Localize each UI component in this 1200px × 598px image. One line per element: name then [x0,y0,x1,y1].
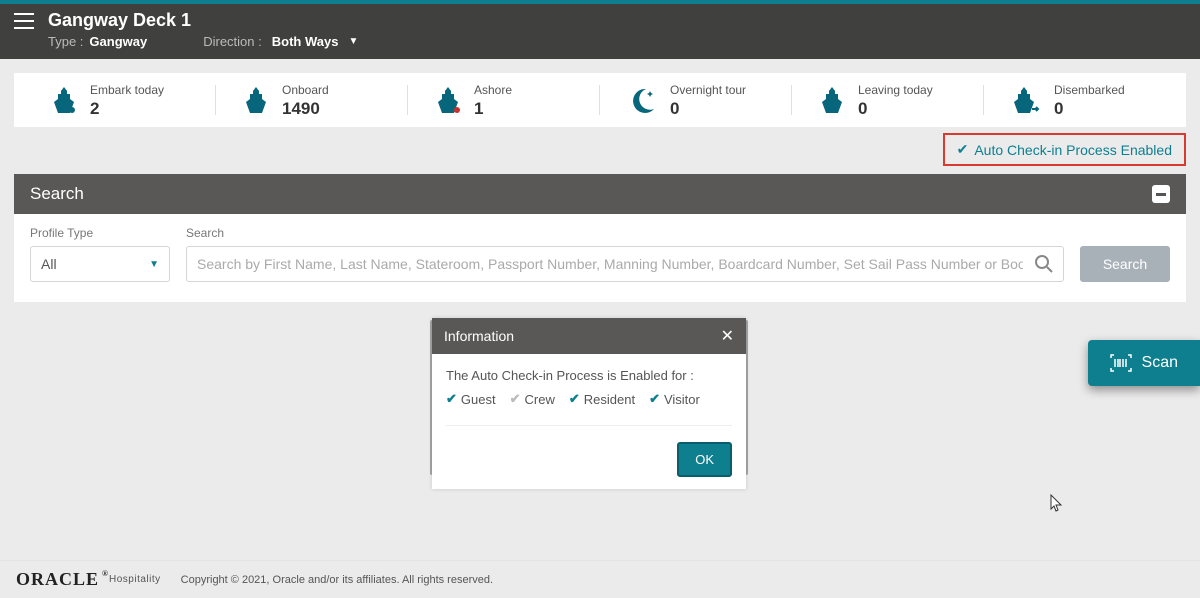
collapse-button[interactable] [1152,185,1170,203]
stat-label: Overnight tour [670,83,746,97]
ship-icon [244,87,268,115]
page-header: Gangway Deck 1 Type : Gangway Direction … [0,4,1200,59]
auto-checkin-label: Auto Check-in Process Enabled [974,142,1172,158]
type-label: Type : [48,34,83,49]
stat-onboard: Onboard 1490 [216,79,408,121]
search-panel-body: Profile Type All ▼ Search . Search [14,214,1186,302]
modal-options: ✔ Guest ✔ Crew ✔ Resident ✔ Visitor [446,391,732,407]
profile-type-value: All [41,256,57,272]
stat-leaving: Leaving today 0 [792,79,984,121]
stat-overnight: Overnight tour 0 [600,79,792,121]
information-modal: Information ✕ The Auto Check-in Process … [432,318,746,489]
oracle-logo: ORACLE [16,569,99,590]
stat-value: 2 [90,99,164,119]
menu-icon[interactable] [0,13,48,29]
search-panel-title: Search [30,184,84,204]
modal-footer: OK [432,434,746,489]
copyright-text: Copyright © 2021, Oracle and/or its affi… [181,574,493,586]
ship-icon [820,87,844,115]
modal-body: The Auto Check-in Process is Enabled for… [432,354,746,434]
stat-ashore: Ashore 1 [408,79,600,121]
stat-label: Onboard [282,83,329,97]
stat-value: 0 [1054,99,1125,119]
stat-disembarked: Disembarked 0 [984,79,1176,121]
check-icon: ✔ [649,391,660,407]
opt-label: Visitor [664,392,700,407]
chevron-down-icon: ▼ [149,259,159,270]
check-icon: ✔ [446,391,457,407]
stat-value: 1490 [282,99,329,119]
ship-icon [436,87,460,115]
barcode-icon [1110,354,1132,372]
opt-label: Crew [525,392,555,407]
stat-label: Embark today [90,83,164,97]
profile-type-label: Profile Type [30,226,170,240]
search-icon[interactable] [1034,254,1054,274]
stat-value: 0 [858,99,933,119]
stats-bar: Embark today 2 Onboard 1490 Ashore 1 Overni… [14,73,1186,127]
chevron-down-icon[interactable]: ▼ [348,36,358,47]
ship-icon [52,87,76,115]
direction-label: Direction : [203,34,262,49]
stat-label: Leaving today [858,83,933,97]
check-icon: ✔ [569,391,580,407]
modal-message: The Auto Check-in Process is Enabled for… [446,368,732,383]
scan-label: Scan [1142,354,1178,372]
opt-label: Resident [584,392,635,407]
search-button[interactable]: Search [1080,246,1170,282]
modal-title: Information [444,328,514,344]
auto-checkin-banner[interactable]: ✔ Auto Check-in Process Enabled [943,133,1186,166]
direction-value[interactable]: Both Ways [272,34,339,49]
auto-checkin-banner-row: ✔ Auto Check-in Process Enabled [14,133,1186,166]
profile-type-select[interactable]: All ▼ [30,246,170,282]
search-input[interactable] [186,246,1064,282]
stat-label: Ashore [474,83,512,97]
search-panel-header: Search [14,174,1186,214]
ok-button[interactable]: OK [677,442,732,477]
check-icon: ✔ [957,141,969,158]
search-panel: Search Profile Type All ▼ Search . Sear [14,174,1186,302]
opt-label: Guest [461,392,496,407]
moon-icon [628,87,656,115]
ship-arrow-icon [1012,87,1040,115]
minus-icon [1156,193,1166,196]
stat-value: 1 [474,99,512,119]
stat-embark: Embark today 2 [24,79,216,121]
type-value: Gangway [89,34,147,49]
close-icon[interactable]: ✕ [721,326,734,346]
stat-value: 0 [670,99,746,119]
brand-sub: Hospitality [109,574,161,585]
cursor-icon [1050,494,1064,512]
page-title: Gangway Deck 1 [48,10,191,31]
search-field-label: Search [186,226,1064,240]
stat-label: Disembarked [1054,83,1125,97]
modal-header: Information ✕ [432,318,746,354]
check-icon: ✔ [510,391,521,407]
footer: ORACLE Hospitality Copyright © 2021, Ora… [0,560,1200,598]
scan-button[interactable]: Scan [1088,340,1200,386]
